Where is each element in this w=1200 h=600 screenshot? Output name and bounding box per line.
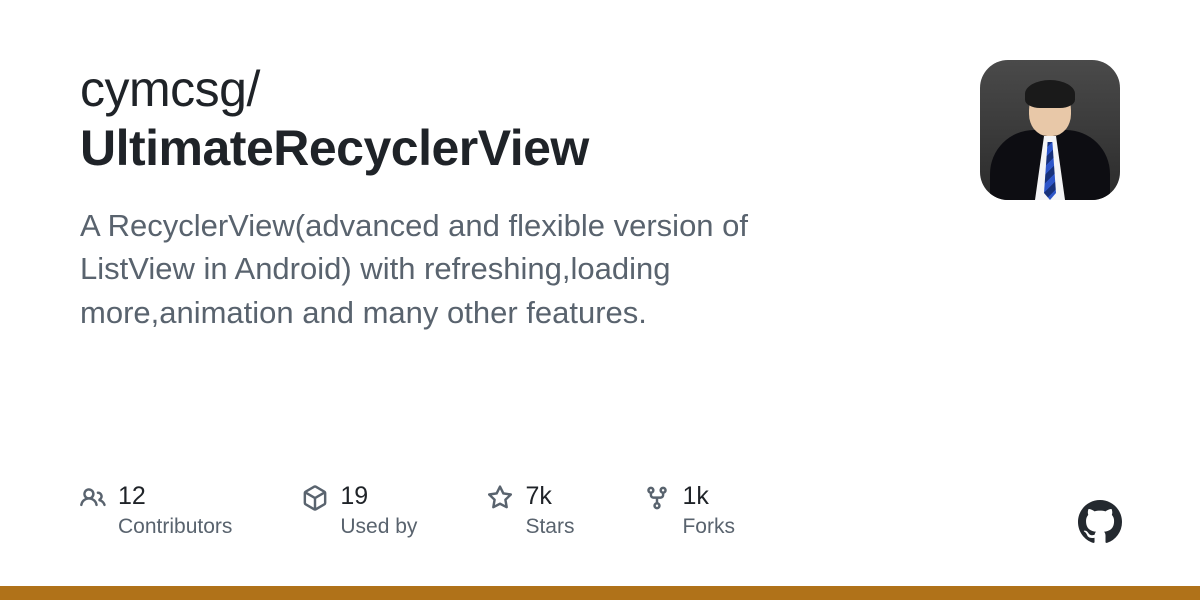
package-icon xyxy=(302,485,328,511)
stat-value: 12 xyxy=(118,481,232,511)
stat-value: 1k xyxy=(682,481,735,511)
people-icon xyxy=(80,485,106,511)
stat-value: 19 xyxy=(340,481,417,511)
stat-value: 7k xyxy=(525,481,574,511)
stat-label: Contributors xyxy=(118,513,232,540)
repo-stats: 12 Contributors 19 Used by 7k Stars 1k F… xyxy=(80,481,735,540)
language-segment xyxy=(0,586,1200,600)
language-bar xyxy=(0,586,1200,600)
stat-used-by[interactable]: 19 Used by xyxy=(302,481,417,540)
stat-label: Forks xyxy=(682,513,735,540)
star-icon xyxy=(487,485,513,511)
stat-label: Stars xyxy=(525,513,574,540)
repo-name[interactable]: UltimateRecyclerView xyxy=(80,120,589,176)
stat-contributors[interactable]: 12 Contributors xyxy=(80,481,232,540)
repo-separator: / xyxy=(246,61,259,117)
repo-title: cymcsg/ UltimateRecyclerView xyxy=(80,60,940,178)
stat-forks[interactable]: 1k Forks xyxy=(644,481,735,540)
fork-icon xyxy=(644,485,670,511)
github-logo-icon[interactable] xyxy=(1078,500,1122,544)
repo-description: A RecyclerView(advanced and flexible ver… xyxy=(80,204,860,334)
avatar[interactable] xyxy=(980,60,1120,200)
stat-stars[interactable]: 7k Stars xyxy=(487,481,574,540)
repo-owner[interactable]: cymcsg xyxy=(80,61,246,117)
stat-label: Used by xyxy=(340,513,417,540)
